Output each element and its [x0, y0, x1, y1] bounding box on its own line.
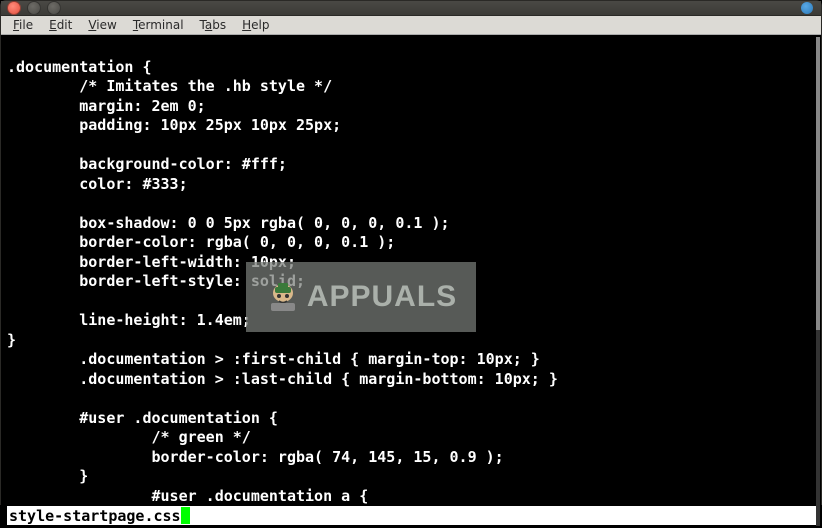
code-line: }	[7, 467, 88, 485]
minimize-button[interactable]	[27, 1, 41, 15]
code-line: /* Imitates the .hb style */	[7, 77, 332, 95]
code-line: border-color: rgba( 0, 0, 0, 0.1 );	[7, 233, 395, 251]
terminal-window: File Edit View Terminal Tabs Help .docum…	[0, 0, 822, 505]
status-filename: style-startpage.css	[9, 507, 181, 525]
cursor-icon	[181, 507, 190, 524]
code-line: box-shadow: 0 0 5px rgba( 0, 0, 0, 0.1 )…	[7, 214, 450, 232]
menu-view[interactable]: View	[80, 16, 124, 34]
code-line: .documentation > :first-child { margin-t…	[7, 350, 540, 368]
menu-terminal[interactable]: Terminal	[125, 16, 192, 34]
menu-edit[interactable]: Edit	[41, 16, 80, 34]
terminal-area[interactable]: .documentation { /* Imitates the .hb sty…	[1, 35, 821, 528]
watermark-text: APPUALS	[307, 280, 457, 314]
menu-help[interactable]: Help	[234, 16, 277, 34]
code-line: margin: 2em 0;	[7, 97, 206, 115]
code-line: #user .documentation {	[7, 409, 278, 427]
window-controls	[7, 1, 61, 15]
menubar: File Edit View Terminal Tabs Help	[1, 16, 821, 35]
scrollbar-thumb[interactable]	[816, 37, 820, 330]
code-line: .documentation {	[7, 58, 152, 76]
close-button[interactable]	[7, 1, 21, 15]
watermark-mascot-icon	[265, 277, 301, 317]
scrollbar[interactable]	[816, 35, 820, 528]
menu-tabs[interactable]: Tabs	[192, 16, 235, 34]
titlebar[interactable]	[1, 1, 821, 16]
menu-file[interactable]: File	[5, 16, 41, 34]
status-line: style-startpage.css	[7, 506, 817, 525]
code-line: /* green */	[7, 428, 251, 446]
code-line: }	[7, 331, 16, 349]
code-line: background-color: #fff;	[7, 155, 287, 173]
code-line: line-height: 1.4em;	[7, 311, 251, 329]
code-line: .documentation > :last-child { margin-bo…	[7, 370, 558, 388]
titlebar-indicator-icon	[801, 2, 813, 14]
scrollbar-track	[816, 37, 820, 526]
code-line: #user .documentation a {	[7, 487, 368, 505]
watermark-overlay: APPUALS	[246, 262, 476, 332]
code-line: padding: 10px 25px 10px 25px;	[7, 116, 341, 134]
code-line: border-color: rgba( 74, 145, 15, 0.9 );	[7, 448, 504, 466]
maximize-button[interactable]	[47, 1, 61, 15]
code-line: color: #333;	[7, 175, 188, 193]
